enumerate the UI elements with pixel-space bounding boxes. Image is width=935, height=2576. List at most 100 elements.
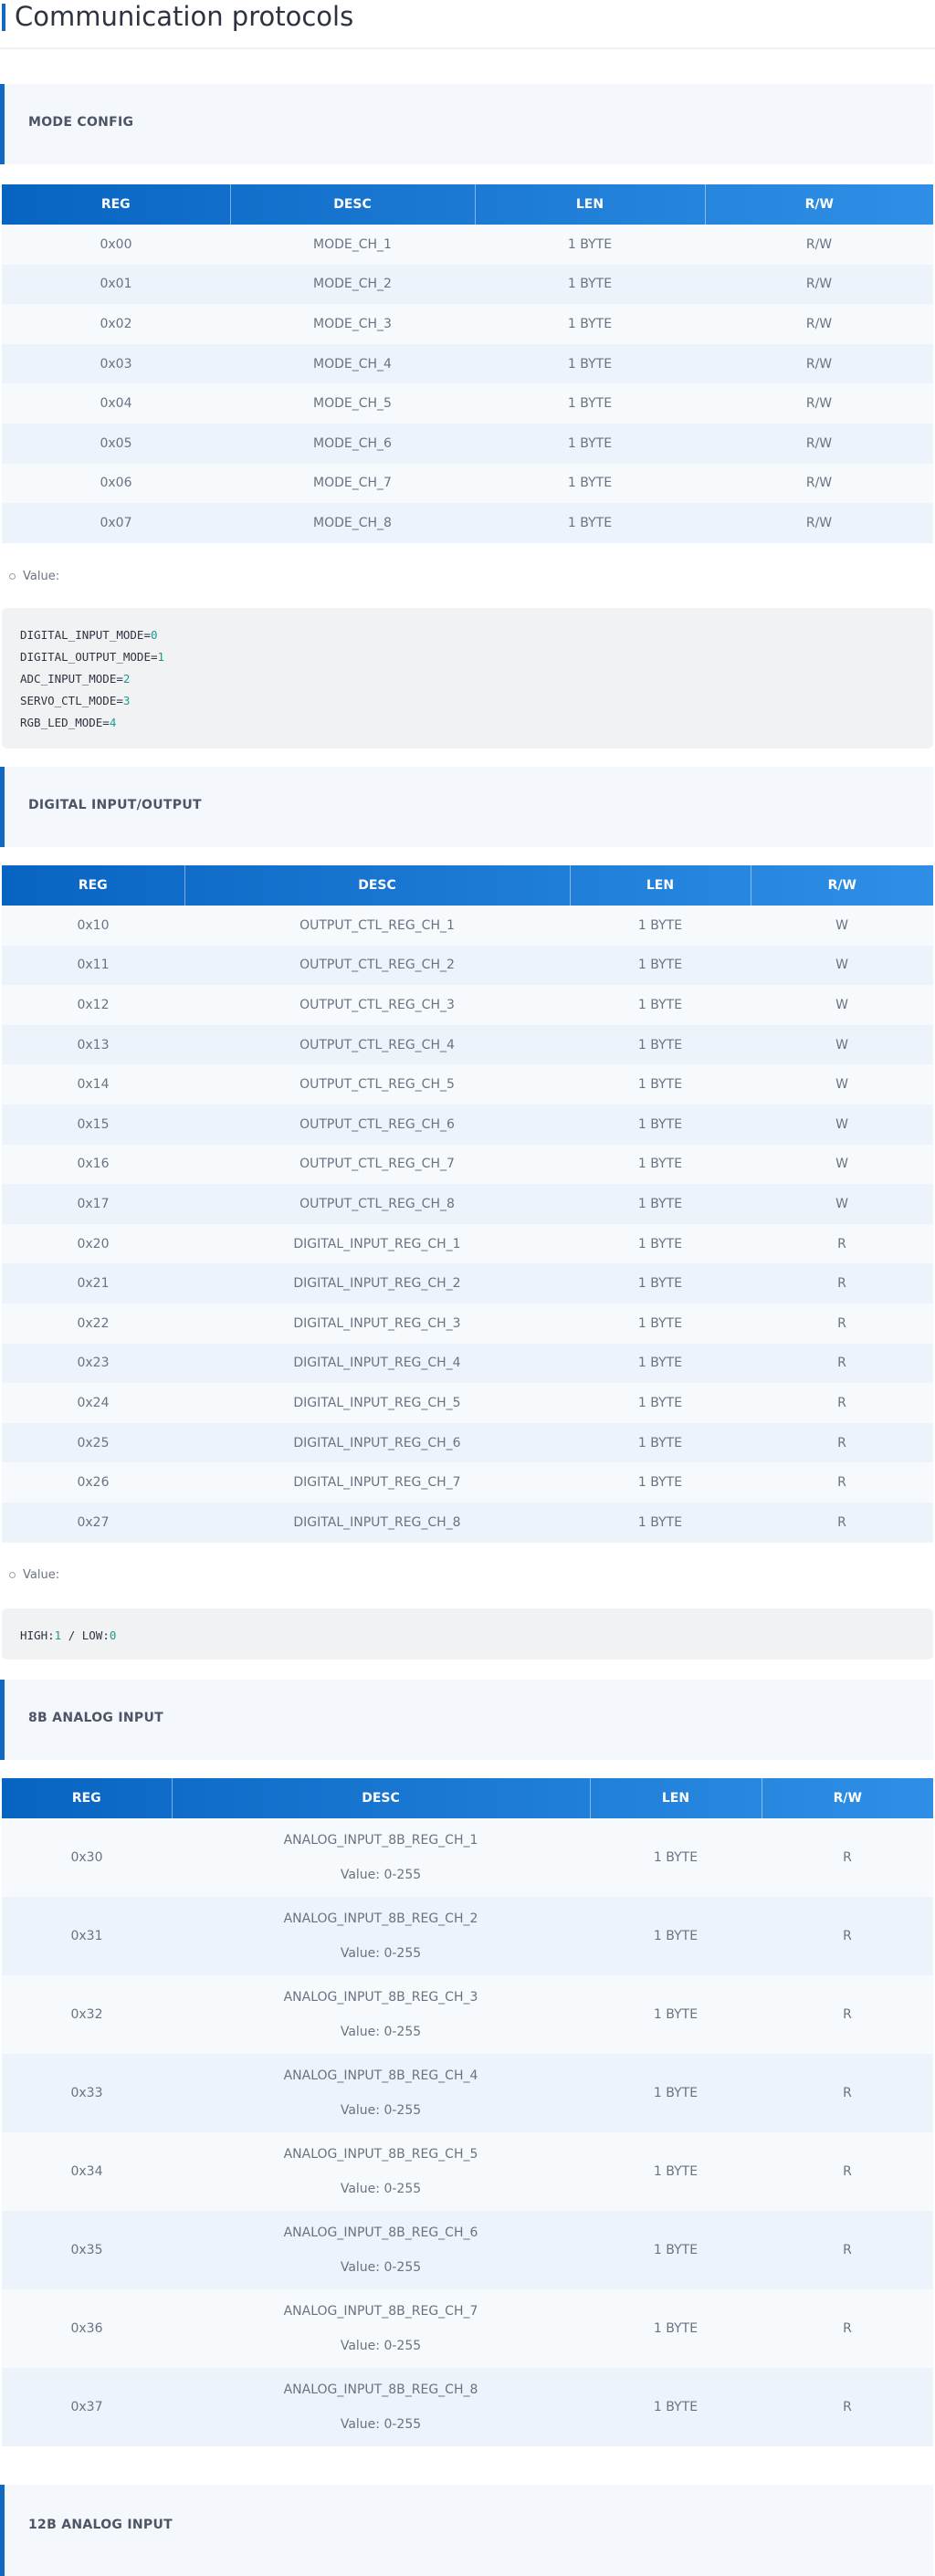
len-cell: 1 BYTE <box>637 1395 683 1410</box>
value-label: Value: <box>23 1568 60 1582</box>
table-row: 0x31 ANALOG_INPUT_8B_REG_CH_2 Value: 0-255… <box>2 1897 933 1975</box>
table-row: 0x05 MODE_CH_6 1 BYTE R/W <box>2 423 933 464</box>
col-header-rw: R/W <box>827 878 856 893</box>
section-analog-8b: 8B ANALOG INPUT <box>0 1680 933 1760</box>
reg-cell: 0x24 <box>77 1395 110 1410</box>
table-row: 0x03 MODE_CH_4 1 BYTE R/W <box>2 343 933 384</box>
col-header-desc: DESC <box>184 865 571 906</box>
code-line: SERVO_CTL_MODE=3 <box>20 690 915 712</box>
len-cell: 1 BYTE <box>653 2086 699 2100</box>
code-line: DIGITAL_INPUT_MODE=0 <box>20 624 915 646</box>
len-cell: 1 BYTE <box>637 1435 683 1450</box>
len-cell: 1 BYTE <box>567 236 613 252</box>
table-row: 0x36 ANALOG_INPUT_8B_REG_CH_7 Value: 0-255… <box>2 2289 933 2368</box>
col-header-desc: DESC <box>172 1778 591 1818</box>
table-row: 0x20 DIGITAL_INPUT_REG_CH_1 1 BYTE R <box>2 1223 933 1264</box>
page-header: Communication protocols <box>0 0 935 49</box>
code-number: 1 <box>157 650 165 664</box>
rw-cell: R <box>843 1929 852 1943</box>
reg-cell: 0x20 <box>77 1236 110 1251</box>
section-digital-io: DIGITAL INPUT/OUTPUT <box>0 767 933 847</box>
reg-cell: 0x16 <box>77 1157 110 1172</box>
desc-cell: ANALOG_INPUT_8B_REG_CH_4 Value: 0-255 <box>172 2054 590 2132</box>
table-row: 0x37 ANALOG_INPUT_8B_REG_CH_8 Value: 0-255… <box>2 2368 933 2446</box>
table-row: 0x01 MODE_CH_2 1 BYTE R/W <box>2 264 933 305</box>
table-row: 0x21 DIGITAL_INPUT_REG_CH_2 1 BYTE R <box>2 1263 933 1304</box>
table-header-row: REG DESC LEN R/W <box>2 1778 933 1818</box>
desc-name: ANALOG_INPUT_8B_REG_CH_3 <box>283 1990 478 2005</box>
rw-cell: W <box>835 1077 848 1093</box>
rw-cell: R <box>843 2086 852 2100</box>
table-row: 0x30 ANALOG_INPUT_8B_REG_CH_1 Value: 0-255… <box>2 1818 933 1897</box>
reg-cell: 0x33 <box>70 2086 103 2100</box>
section-heading: DIGITAL INPUT/OUTPUT <box>28 798 202 812</box>
mode-config-table: REG DESC LEN R/W 0x00 MODE_CH_1 1 BYTE R/W 0… <box>2 184 933 543</box>
desc-cell: OUTPUT_CTL_REG_CH_6 <box>299 1116 455 1132</box>
section-accent-bar <box>0 2485 5 2576</box>
desc-name: ANALOG_INPUT_8B_REG_CH_4 <box>283 2068 478 2083</box>
section-heading: 12B ANALOG INPUT <box>28 2518 173 2532</box>
desc-cell: OUTPUT_CTL_REG_CH_8 <box>299 1196 455 1211</box>
code-key: SERVO_CTL_MODE= <box>20 694 123 707</box>
reg-cell: 0x01 <box>100 277 132 292</box>
len-cell: 1 BYTE <box>567 435 613 451</box>
value-note: Value: <box>9 570 59 583</box>
desc-cell: ANALOG_INPUT_8B_REG_CH_7 Value: 0-255 <box>172 2289 590 2368</box>
len-cell: 1 BYTE <box>637 1037 683 1052</box>
desc-cell: OUTPUT_CTL_REG_CH_2 <box>299 958 455 973</box>
table-row: 0x13 OUTPUT_CTL_REG_CH_4 1 BYTE W <box>2 1024 933 1065</box>
table-row: 0x23 DIGITAL_INPUT_REG_CH_4 1 BYTE R <box>2 1343 933 1384</box>
section-accent-bar <box>0 84 5 164</box>
reg-cell: 0x05 <box>100 435 132 451</box>
desc-cell: ANALOG_INPUT_8B_REG_CH_1 Value: 0-255 <box>172 1818 590 1897</box>
rw-cell: R/W <box>805 356 833 372</box>
len-cell: 1 BYTE <box>567 476 613 491</box>
digital-io-table: REG DESC LEN R/W 0x10 OUTPUT_CTL_REG_CH_1… <box>2 865 933 1543</box>
len-cell: 1 BYTE <box>637 997 683 1012</box>
len-cell: 1 BYTE <box>653 1929 699 1943</box>
reg-cell: 0x12 <box>77 997 110 1012</box>
desc-cell: OUTPUT_CTL_REG_CH_7 <box>299 1157 455 1172</box>
table-row: 0x11 OUTPUT_CTL_REG_CH_2 1 BYTE W <box>2 945 933 986</box>
rw-cell: R <box>843 2164 852 2179</box>
desc-cell: MODE_CH_3 <box>313 316 392 331</box>
len-cell: 1 BYTE <box>567 316 613 331</box>
section-mode-config: MODE CONFIG <box>0 84 933 164</box>
len-cell: 1 BYTE <box>637 1315 683 1331</box>
rw-cell: W <box>835 1116 848 1132</box>
desc-name: ANALOG_INPUT_8B_REG_CH_1 <box>283 1833 478 1848</box>
reg-cell: 0x22 <box>77 1315 110 1331</box>
table-row: 0x00 MODE_CH_1 1 BYTE R/W <box>2 225 933 265</box>
table-row: 0x35 ANALOG_INPUT_8B_REG_CH_6 Value: 0-255… <box>2 2211 933 2289</box>
rw-cell: R <box>837 1276 846 1292</box>
table-row: 0x02 MODE_CH_3 1 BYTE R/W <box>2 304 933 344</box>
col-header-len: LEN <box>590 1778 762 1818</box>
len-cell: 1 BYTE <box>653 1850 699 1865</box>
rw-cell: R/W <box>805 435 833 451</box>
desc-value-range: Value: 0-255 <box>340 2103 422 2118</box>
desc-cell: DIGITAL_INPUT_REG_CH_6 <box>293 1435 461 1450</box>
col-header-desc: DESC <box>230 184 476 225</box>
table-row: 0x17 OUTPUT_CTL_REG_CH_8 1 BYTE W <box>2 1184 933 1224</box>
desc-cell: ANALOG_INPUT_8B_REG_CH_2 Value: 0-255 <box>172 1897 590 1975</box>
len-cell: 1 BYTE <box>653 2243 699 2257</box>
desc-cell: MODE_CH_8 <box>313 515 392 530</box>
table-header-row: REG DESC LEN R/W <box>2 865 933 906</box>
col-header-reg: REG <box>2 184 231 225</box>
reg-cell: 0x37 <box>70 2400 103 2414</box>
desc-cell: DIGITAL_INPUT_REG_CH_4 <box>293 1356 461 1371</box>
code-number: 3 <box>122 694 131 707</box>
title-accent-bar <box>2 4 5 31</box>
desc-cell: OUTPUT_CTL_REG_CH_4 <box>299 1037 455 1052</box>
desc-cell: MODE_CH_1 <box>313 236 392 252</box>
desc-value-range: Value: 0-255 <box>340 1946 422 1961</box>
rw-cell: W <box>835 1157 848 1172</box>
digital-values-code-block: HIGH:1 / LOW:0 <box>2 1608 933 1660</box>
rw-cell: R <box>837 1514 846 1530</box>
analog-8b-table: REG DESC LEN R/W 0x30 ANALOG_INPUT_8B_REG… <box>2 1778 933 2446</box>
desc-value-range: Value: 0-255 <box>340 2182 422 2196</box>
desc-value-range: Value: 0-255 <box>340 2417 422 2432</box>
desc-cell: ANALOG_INPUT_8B_REG_CH_3 Value: 0-255 <box>172 1975 590 2054</box>
len-cell: 1 BYTE <box>637 958 683 973</box>
table-row: 0x14 OUTPUT_CTL_REG_CH_5 1 BYTE W <box>2 1064 933 1105</box>
